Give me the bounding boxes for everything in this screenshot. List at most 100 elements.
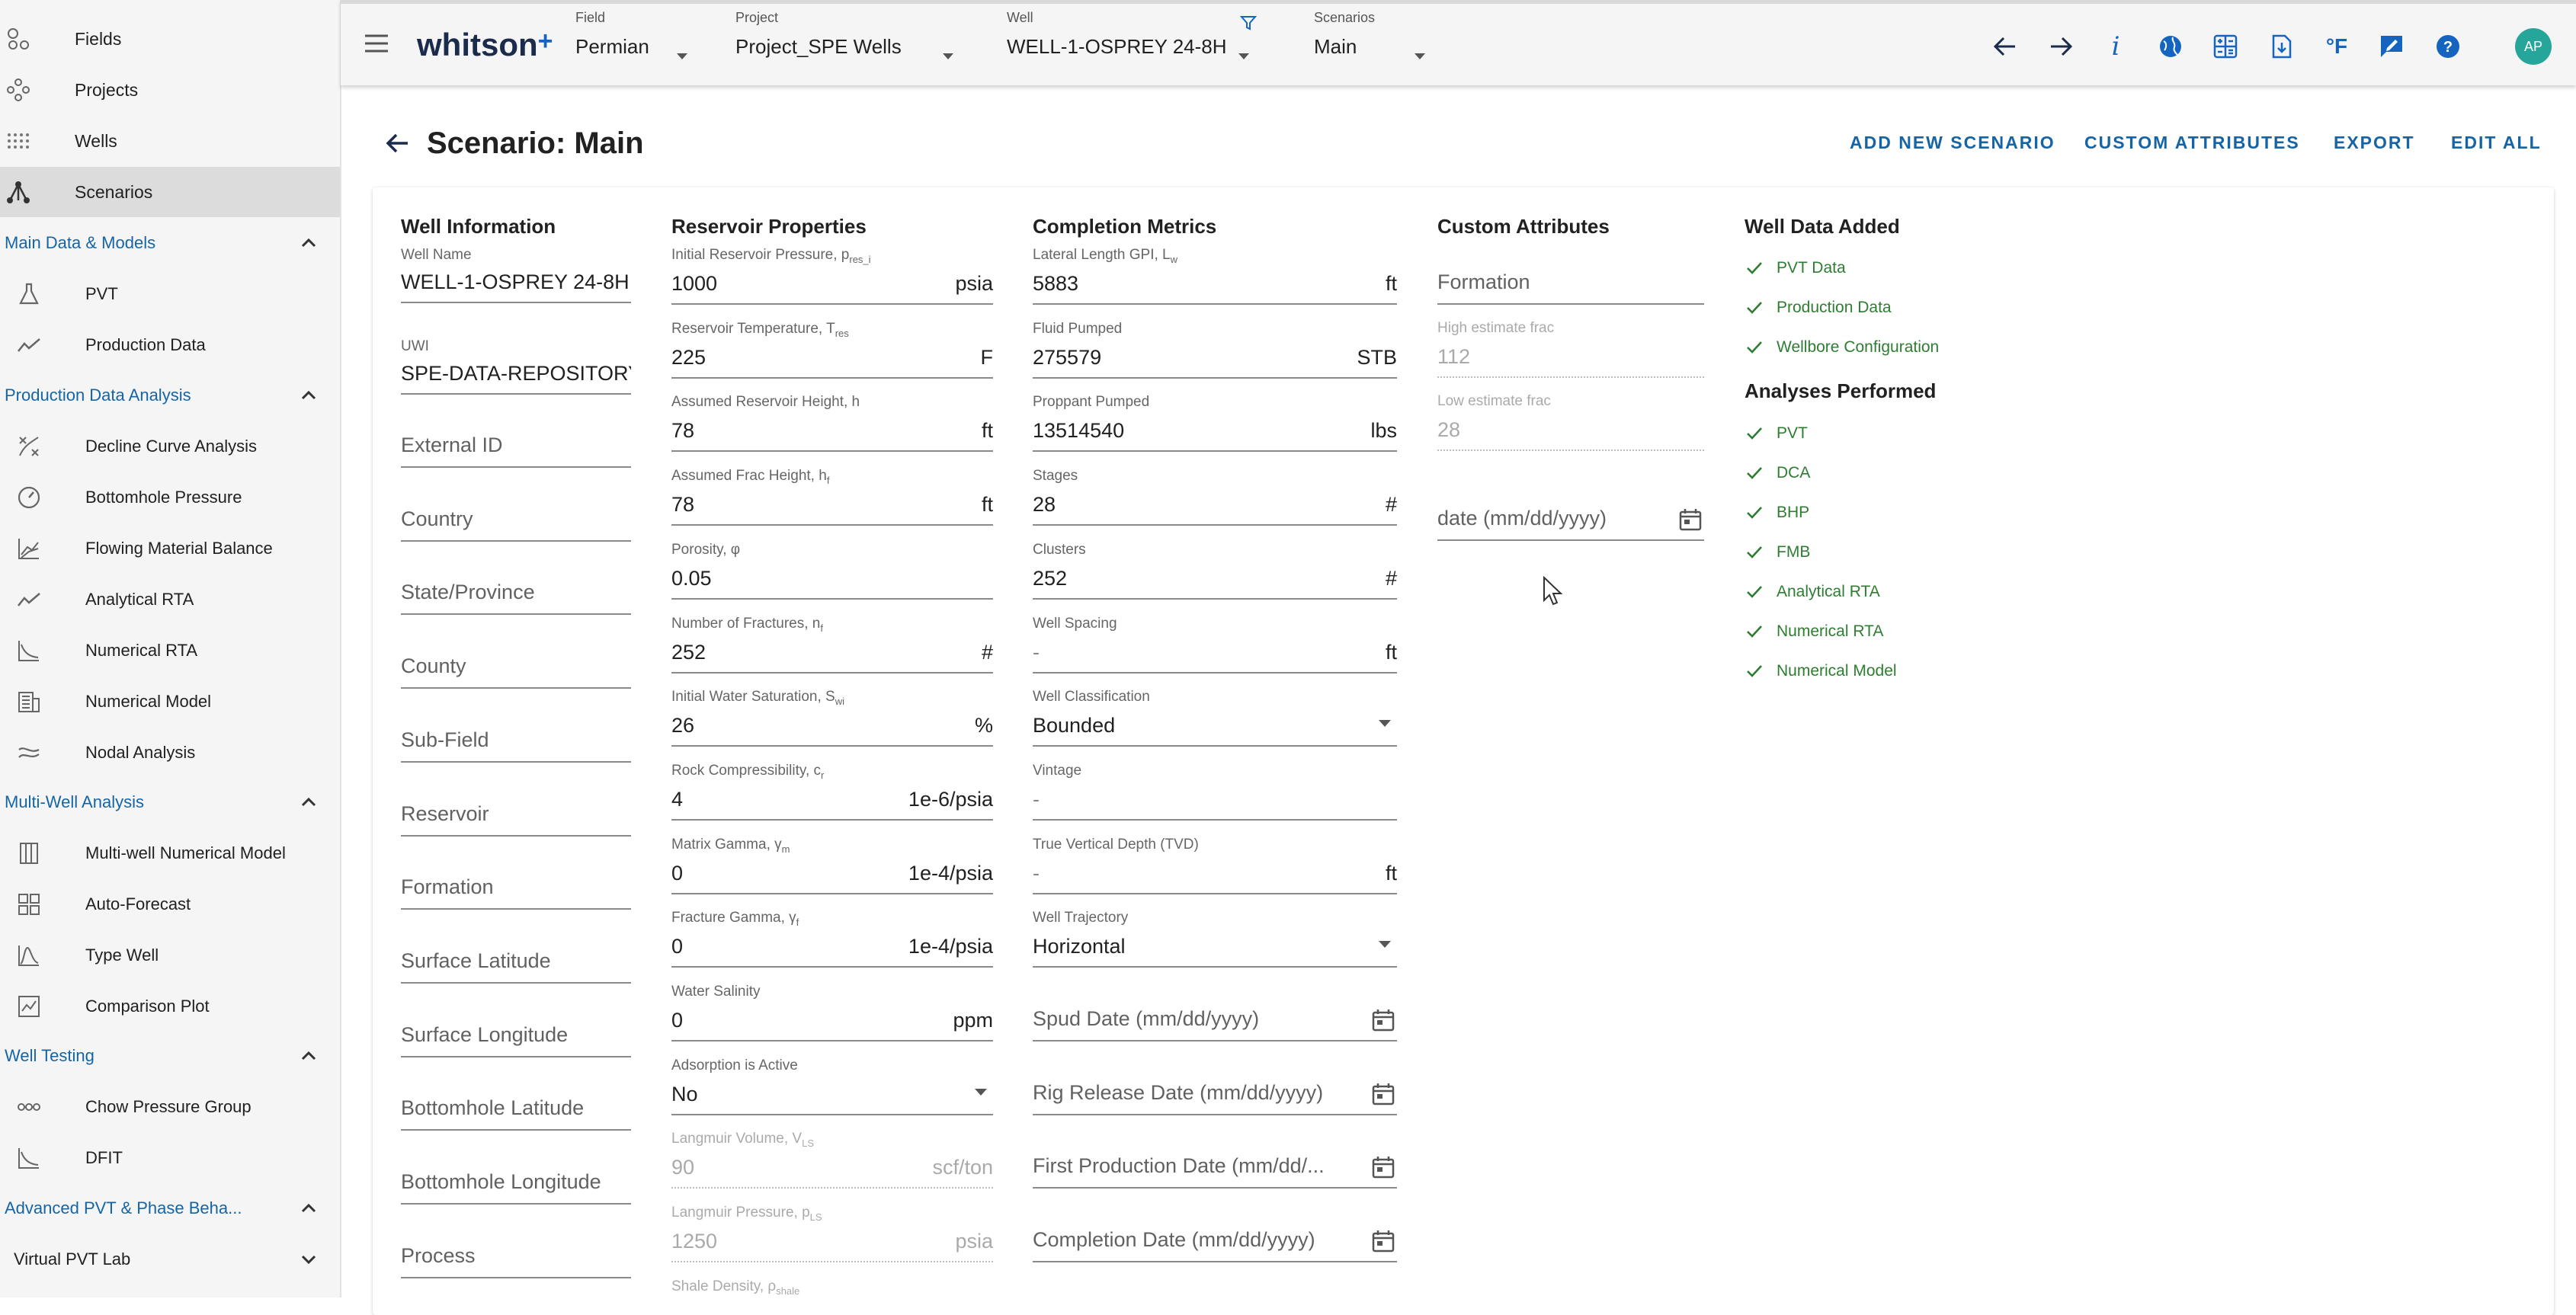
add-new-scenario-button[interactable]: ADD NEW SCENARIO — [1850, 133, 2055, 153]
section-production-data-analysis[interactable]: Production Data Analysis — [0, 370, 340, 421]
sidebar-item-pvt[interactable]: PVT — [0, 269, 340, 319]
bottomhole-longitude-input[interactable]: Bottomhole Longitude — [401, 1148, 631, 1205]
sidebar-item-chow-pressure-group[interactable]: Chow Pressure Group — [0, 1082, 340, 1132]
sidebar-item-fields[interactable]: Fields — [0, 14, 340, 64]
sidebar-item-flowing-material-balance[interactable]: Flowing Material Balance — [0, 523, 340, 574]
caret-down-icon — [1238, 53, 1249, 59]
sidebar-item-type-well[interactable]: Type Well — [0, 930, 340, 981]
menu-icon[interactable] — [364, 33, 391, 56]
back-arrow-icon[interactable] — [383, 130, 414, 160]
temperature-unit-button[interactable]: °F — [2321, 31, 2352, 62]
sidebar-item-scenarios[interactable]: Scenarios — [0, 167, 340, 217]
initial-water-saturation-s-field[interactable]: Initial Water Saturation, Swi 26% — [671, 689, 993, 747]
initial-reservoir-pressure-p-field[interactable]: Initial Reservoir Pressure, pres_i 1000 ps… — [671, 247, 993, 305]
sidebar-item-label: Chow Pressure Group — [85, 1097, 252, 1116]
sidebar-item-numerical-rta[interactable]: Numerical RTA — [0, 626, 340, 676]
section-main-data-models[interactable]: Main Data & Models — [0, 218, 340, 268]
sidebar-item-multi-well-numerical-model[interactable]: Multi-well Numerical Model — [0, 828, 340, 878]
well-select[interactable]: Well WELL-1-OSPREY 24-8H — [1007, 10, 1281, 78]
formation-input[interactable]: Formation — [401, 853, 631, 910]
feedback-icon[interactable] — [2376, 31, 2407, 62]
reservoir-input[interactable]: Reservoir — [401, 780, 631, 837]
county-input[interactable]: County — [401, 632, 631, 689]
sidebar-item-decline-curve-analysis[interactable]: Decline Curve Analysis — [0, 421, 340, 472]
field-select[interactable]: Field Permian — [575, 10, 697, 78]
custom-attributes-button[interactable]: CUSTOM ATTRIBUTES — [2084, 133, 2300, 153]
fluid-pumped-field[interactable]: Fluid Pumped 275579 STB — [1033, 321, 1397, 379]
state-province-input[interactable]: State/Province — [401, 558, 631, 616]
sidebar-item-production-data[interactable]: Production Data — [0, 320, 340, 370]
water-salinity-field[interactable]: Water Salinity 0 ppm — [671, 984, 993, 1041]
sidebar-item-nodal-analysis[interactable]: Nodal Analysis — [0, 728, 340, 778]
calculator-icon[interactable] — [2210, 31, 2241, 62]
help-icon[interactable]: ? — [2433, 31, 2463, 62]
sidebar-item-comparison-plot[interactable]: Comparison Plot — [0, 981, 340, 1032]
info-icon[interactable]: i — [2100, 31, 2131, 62]
filter-icon[interactable] — [1239, 14, 1258, 35]
clusters-field[interactable]: Clusters 252 # — [1033, 542, 1397, 600]
assumed-reservoir-height-h-field[interactable]: Assumed Reservoir Height, h 78 ft — [671, 394, 993, 453]
uwi-field[interactable]: UWI SPE-DATA-REPOSITORY-D — [401, 338, 631, 395]
surface-latitude-input[interactable]: Surface Latitude — [401, 927, 631, 984]
well-name-field[interactable]: Well Name WELL-1-OSPREY 24-8H — [401, 247, 631, 303]
section-well-testing[interactable]: Well Testing — [0, 1031, 340, 1081]
bottomhole-latitude-input[interactable]: Bottomhole Latitude — [401, 1074, 631, 1131]
country-input[interactable]: Country — [401, 485, 631, 542]
reservoir-temperature-t-field[interactable]: Reservoir Temperature, Tres 225 F — [671, 321, 993, 379]
sidebar-item-projects[interactable]: Projects — [0, 65, 340, 115]
section-multi-well-analysis[interactable]: Multi-Well Analysis — [0, 777, 340, 827]
process-input[interactable]: Process — [401, 1222, 631, 1278]
vintage-field[interactable]: Vintage - — [1033, 763, 1397, 821]
sub-field-input[interactable]: Sub-Field — [401, 706, 631, 763]
fracture-gamma-field[interactable]: Fracture Gamma, γf 0 1e-4/psia — [671, 910, 993, 968]
custom-date-input[interactable]: date (mm/dd/yyyy) — [1437, 485, 1704, 541]
download-file-icon[interactable] — [2267, 31, 2297, 62]
spud-date-mm-dd-yyyy-input[interactable]: Spud Date (mm/dd/yyyy) — [1033, 984, 1397, 1041]
field-value: 4 — [671, 787, 684, 811]
field-label-subscript: res_i — [849, 253, 871, 265]
completion-date-mm-dd-yyyy-input[interactable]: Completion Date (mm/dd/yyyy) — [1033, 1205, 1397, 1263]
well-trajectory-select[interactable]: Well Trajectory Horizontal — [1033, 910, 1397, 968]
external-id-input[interactable]: External ID — [401, 411, 631, 468]
field-value: 78 — [671, 419, 695, 443]
lateral-length-gpi-l-field[interactable]: Lateral Length GPI, Lw 5883 ft — [1033, 247, 1397, 305]
calendar-icon[interactable] — [1371, 1008, 1395, 1032]
adsorption-select[interactable]: Adsorption is Active No — [671, 1057, 993, 1115]
export-button[interactable]: EXPORT — [2334, 133, 2415, 153]
gauge-icon — [17, 485, 41, 510]
tvd-field[interactable]: True Vertical Depth (TVD) - ft — [1033, 837, 1397, 894]
calendar-icon[interactable] — [1371, 1082, 1395, 1106]
globe-icon[interactable] — [2155, 31, 2186, 62]
formation-attribute-input[interactable]: Formation — [1437, 247, 1704, 305]
user-avatar[interactable]: AP — [2515, 28, 2552, 65]
edit-all-button[interactable]: EDIT ALL — [2451, 133, 2542, 153]
sidebar-item-virtual-pvt-lab[interactable]: Virtual PVT Lab — [0, 1234, 340, 1285]
sidebar-item-analytical-rta[interactable]: Analytical RTA — [0, 574, 340, 625]
sidebar-item-numerical-model[interactable]: Numerical Model — [0, 677, 340, 727]
sidebar-item-auto-forecast[interactable]: Auto-Forecast — [0, 879, 340, 929]
proppant-pumped-field[interactable]: Proppant Pumped 13514540 lbs — [1033, 394, 1397, 453]
sidebar-item-dfit[interactable]: DFIT — [0, 1133, 340, 1183]
sidebar-item-wells[interactable]: Wells — [0, 116, 340, 166]
surface-longitude-input[interactable]: Surface Longitude — [401, 1001, 631, 1057]
sidebar-item-bottomhole-pressure[interactable]: Bottomhole Pressure — [0, 472, 340, 523]
well-spacing-field[interactable]: Well Spacing - ft — [1033, 616, 1397, 673]
stages-field[interactable]: Stages 28 # — [1033, 468, 1397, 526]
back-arrow-icon[interactable] — [1990, 31, 2020, 62]
porosity-field[interactable]: Porosity, φ 0.05 — [671, 542, 993, 600]
first-production-date-mm-dd-input[interactable]: First Production Date (mm/dd/... — [1033, 1131, 1397, 1189]
rock-compressibility-c-field[interactable]: Rock Compressibility, cr 4 1e-6/psia — [671, 763, 993, 821]
project-select[interactable]: Project Project_SPE Wells — [735, 10, 964, 78]
bell-curve-icon — [17, 943, 41, 968]
forward-arrow-icon[interactable] — [2046, 31, 2076, 62]
well-classification-select[interactable]: Well Classification Bounded — [1033, 689, 1397, 747]
assumed-frac-height-h-field[interactable]: Assumed Frac Height, hf 78 ft — [671, 468, 993, 526]
number-of-fractures-n-field[interactable]: Number of Fractures, nf 252 # — [671, 616, 993, 673]
calendar-icon[interactable] — [1371, 1155, 1395, 1179]
section-advanced-pvt[interactable]: Advanced PVT & Phase Beha... — [0, 1183, 340, 1233]
scenarios-select[interactable]: Scenarios Main — [1314, 10, 1443, 78]
calendar-icon[interactable] — [1678, 507, 1703, 532]
rig-release-date-mm-dd-yyyy-input[interactable]: Rig Release Date (mm/dd/yyyy) — [1033, 1057, 1397, 1115]
calendar-icon[interactable] — [1371, 1229, 1395, 1253]
matrix-gamma-field[interactable]: Matrix Gamma, γm 0 1e-4/psia — [671, 837, 993, 894]
